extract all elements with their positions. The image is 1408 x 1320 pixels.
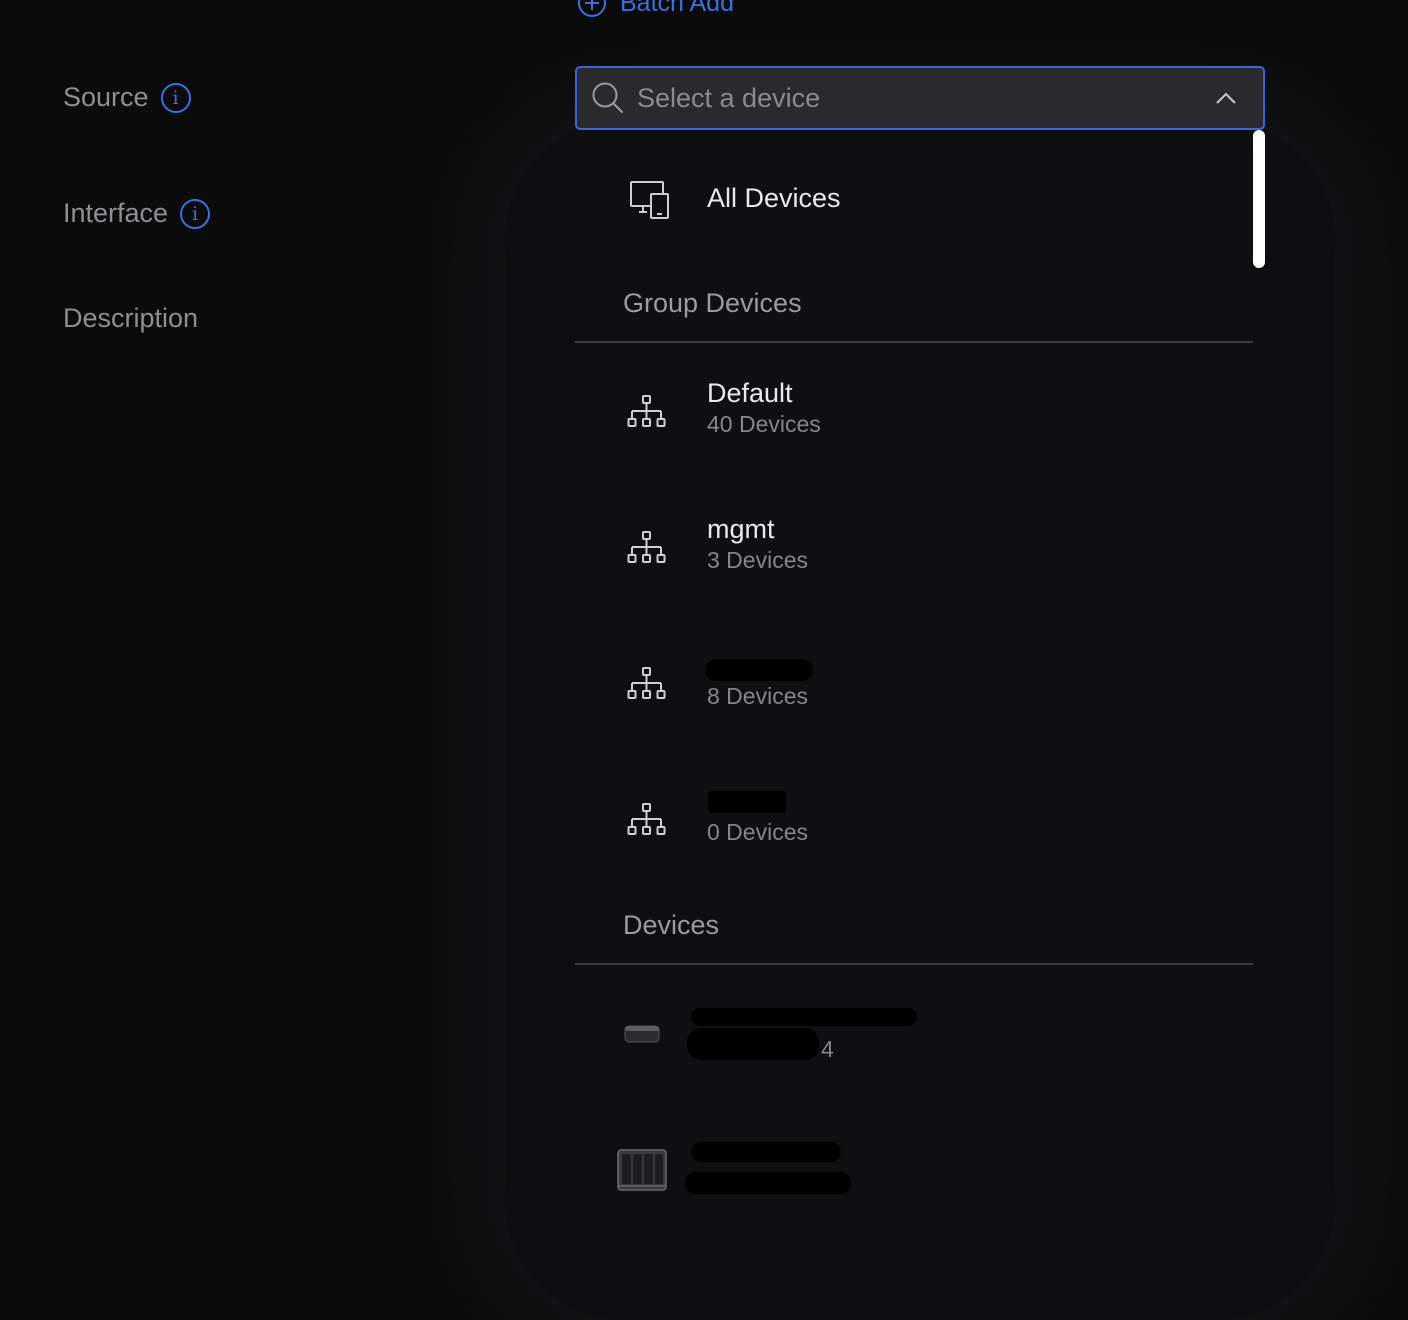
redaction-mark <box>691 1142 841 1162</box>
plus-circle-icon <box>578 0 606 17</box>
devices-icon <box>630 181 669 219</box>
option-group-mgmt[interactable]: mgmt 3 Devices <box>575 511 1253 581</box>
group-count: 0 Devices <box>707 819 808 845</box>
option-device[interactable]: 4 <box>575 998 1253 1068</box>
group-devices-heading: Group Devices <box>623 288 802 318</box>
group-count: 40 Devices <box>707 411 821 437</box>
description-field-label: Description <box>63 303 198 334</box>
group-name: Default <box>707 378 793 408</box>
nas-device-icon <box>617 1149 667 1191</box>
group-hierarchy-icon <box>627 395 666 427</box>
search-icon <box>592 82 623 113</box>
option-all-devices[interactable]: All Devices <box>575 166 1253 230</box>
group-count: 8 Devices <box>707 683 808 709</box>
info-icon[interactable]: i <box>160 82 191 113</box>
device-dropdown-list[interactable]: All Devices Group Devices Default 40 Dev… <box>575 130 1265 1234</box>
redaction-mark <box>691 1008 917 1026</box>
device-select[interactable] <box>575 66 1265 130</box>
group-hierarchy-icon <box>627 803 666 835</box>
apple-tv-device-icon <box>624 1025 660 1043</box>
description-label-text: Description <box>63 303 199 333</box>
option-group-redacted[interactable]: 0 Devices <box>575 783 1253 853</box>
scrollbar[interactable] <box>1253 130 1265 268</box>
devices-heading: Devices <box>623 910 720 940</box>
group-hierarchy-icon <box>627 531 666 563</box>
all-devices-label: All Devices <box>707 183 841 213</box>
option-group-redacted[interactable]: 8 Devices <box>575 647 1253 717</box>
source-label-text: Source <box>63 82 149 112</box>
interface-field-label: Interface i <box>63 198 211 229</box>
redaction-mark <box>705 659 813 681</box>
redaction-mark <box>687 1028 819 1060</box>
info-icon[interactable]: i <box>180 198 211 229</box>
device-search-input[interactable] <box>625 82 1215 114</box>
group-count: 3 Devices <box>707 547 808 573</box>
divider <box>575 963 1253 965</box>
divider <box>575 341 1253 343</box>
redaction-mark <box>685 1172 851 1194</box>
batch-add-label: Batch Add <box>620 0 734 17</box>
source-field-label: Source i <box>63 82 191 113</box>
group-hierarchy-icon <box>627 667 666 699</box>
redaction-mark <box>708 791 786 813</box>
batch-add-button[interactable]: Batch Add <box>578 0 734 20</box>
group-name: mgmt <box>707 514 775 544</box>
interface-label-text: Interface <box>63 198 169 228</box>
chevron-up-icon[interactable] <box>1215 91 1237 105</box>
option-device[interactable] <box>575 1130 1253 1210</box>
option-group-default[interactable]: Default 40 Devices <box>575 375 1253 445</box>
